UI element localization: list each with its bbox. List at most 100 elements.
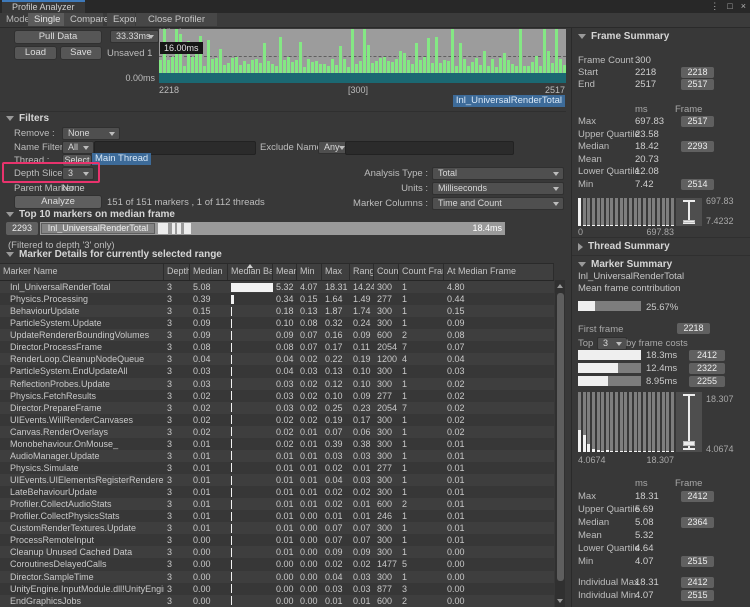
analyze-button[interactable]: Analyze	[14, 195, 102, 209]
save-button[interactable]: Save	[60, 46, 102, 60]
table-row[interactable]: Cleanup Unused Cached Data30.000.010.000…	[0, 546, 554, 558]
stat-value: 5.08	[635, 517, 654, 528]
top-n-dropdown[interactable]: 3	[597, 337, 627, 350]
table-row[interactable]: Director.ProcessFrame30.080.080.070.170.…	[0, 341, 554, 353]
exclude-names-input[interactable]	[345, 141, 514, 155]
table-row[interactable]: CustomRenderTextures.Update30.010.010.00…	[0, 522, 554, 534]
value-cell: 0.02	[297, 378, 322, 390]
table-row[interactable]: Profiler.CollectPhysicsStats30.010.010.0…	[0, 510, 554, 522]
frame-time-histogram[interactable]	[578, 198, 674, 226]
column-header-median[interactable]: Median	[190, 264, 228, 280]
value-cell: 3	[164, 462, 190, 474]
scroll-down-icon[interactable]	[557, 599, 563, 603]
frame-summary-header[interactable]: Frame Summary	[578, 31, 669, 42]
table-row[interactable]: Physics.Simulate30.010.010.010.020.01277…	[0, 462, 554, 474]
pull-data-button[interactable]: Pull Data	[14, 30, 102, 44]
timeline-bar	[431, 63, 434, 73]
marker-details-section-header[interactable]: Marker Details for currently selected ra…	[6, 249, 222, 260]
table-scrollbar[interactable]	[555, 280, 565, 607]
thread-summary-header[interactable]: Thread Summary	[578, 241, 670, 252]
mode-single-button[interactable]: Single	[28, 13, 64, 26]
filters-section-header[interactable]: Filters	[6, 113, 49, 124]
table-row[interactable]: ParticleSystem.Update30.090.100.080.320.…	[0, 317, 554, 329]
frame-summary-stats: Max697.832517Upper Quartile23.58Median18…	[578, 116, 747, 191]
frame-timeline-chart[interactable]: 16.00ms	[159, 29, 566, 83]
column-header-at-median-frame[interactable]: At Median Frame	[444, 264, 554, 280]
frame-jump-button[interactable]: 2364	[681, 517, 714, 528]
frame-jump-button[interactable]: 2322	[689, 363, 725, 374]
timeline-bar	[231, 58, 234, 73]
frame-jump-button[interactable]: 2515	[681, 556, 714, 567]
table-row[interactable]: ProcessRemoteInput30.000.010.000.070.073…	[0, 534, 554, 546]
export-button[interactable]: Export	[107, 13, 135, 26]
close-icon[interactable]: ×	[741, 1, 746, 12]
column-header-marker-name[interactable]: Marker Name	[0, 264, 164, 280]
table-row[interactable]: Inl_UniversalRenderTotal35.085.324.0718.…	[0, 281, 554, 293]
table-row[interactable]: LateBehaviourUpdate30.010.010.010.020.02…	[0, 486, 554, 498]
frame-jump-button[interactable]: 2218	[681, 67, 714, 78]
marker-summary-header[interactable]: Marker Summary	[578, 259, 672, 270]
table-row[interactable]: BehaviourUpdate30.150.180.131.871.743001…	[0, 305, 554, 317]
tab-profile-analyzer[interactable]: Profile Analyzer	[2, 0, 85, 13]
close-profiler-window-button[interactable]: Close Profiler Window	[136, 13, 217, 26]
marker-name-cell: Director.SampleTime	[0, 571, 164, 583]
table-row[interactable]: EndGraphicsJobs30.000.000.000.010.016002…	[0, 595, 554, 607]
load-button[interactable]: Load	[14, 46, 57, 60]
frame-jump-button[interactable]: 2255	[689, 376, 725, 387]
table-row[interactable]: Physics.Processing30.390.340.151.641.492…	[0, 293, 554, 305]
name-filter-mode-dropdown[interactable]: All	[62, 141, 94, 154]
frame-jump-button[interactable]: 2517	[681, 116, 714, 127]
scroll-up-icon[interactable]	[557, 284, 563, 288]
table-row[interactable]: Physics.FetchResults30.020.030.020.100.0…	[0, 390, 554, 402]
frame-jump-button[interactable]: 2514	[681, 179, 714, 190]
column-header-mean[interactable]: Mean	[273, 264, 297, 280]
value-cell: 0.03	[350, 571, 374, 583]
top10-section-header[interactable]: Top 10 markers on median frame	[6, 209, 175, 220]
frame-time-scale-dropdown[interactable]: 33.33ms	[110, 30, 159, 43]
frame-jump-button[interactable]: 2293	[681, 141, 714, 152]
table-row[interactable]: UIEvents.UIElementsRegisterRenderers30.0…	[0, 474, 554, 486]
table-row[interactable]: UIEvents.WillRenderCanvases30.020.020.02…	[0, 414, 554, 426]
analysis-type-dropdown[interactable]: Total	[432, 167, 564, 180]
frame-jump-button[interactable]: 2412	[681, 577, 714, 588]
column-header-median-bar[interactable]: Median Bar	[228, 264, 273, 280]
column-header-max[interactable]: Max	[322, 264, 350, 280]
table-row[interactable]: UnityEngine.InputModule.dll!UnityEngineI…	[0, 583, 554, 595]
table-row[interactable]: ReflectionProbes.Update30.030.030.020.12…	[0, 378, 554, 390]
mode-compare-button[interactable]: Compare	[64, 13, 103, 26]
table-row[interactable]: UpdateRendererBoundingVolumes30.090.090.…	[0, 329, 554, 341]
table-row[interactable]: Director.PrepareFrame30.020.030.020.250.…	[0, 402, 554, 414]
top10-marker-bar[interactable]: Inl_UniversalRenderTotal 18.4ms	[40, 222, 505, 235]
units-dropdown[interactable]: Milliseconds	[432, 182, 564, 195]
frame-jump-button[interactable]: 2517	[681, 79, 714, 90]
table-row[interactable]: AudioManager.Update30.010.010.010.030.03…	[0, 450, 554, 462]
table-row[interactable]: Monobehaviour.OnMouse_30.010.020.010.390…	[0, 438, 554, 450]
marker-time-histogram[interactable]	[578, 392, 674, 452]
first-frame-button[interactable]: 2218	[677, 323, 710, 334]
column-header-min[interactable]: Min	[297, 264, 322, 280]
table-row[interactable]: RenderLoop.CleanupNodeQueue30.040.040.02…	[0, 353, 554, 365]
frame-jump-button[interactable]: 2515	[681, 590, 714, 601]
timeline-selected-marker-chip[interactable]: Inl_UniversalRenderTotal	[453, 95, 565, 107]
frame-jump-button[interactable]: 2412	[689, 350, 725, 361]
table-row[interactable]: CoroutinesDelayedCalls30.000.000.000.020…	[0, 558, 554, 570]
table-row[interactable]: Canvas.RenderOverlays30.020.020.010.070.…	[0, 426, 554, 438]
top10-first-segment[interactable]: Inl_UniversalRenderTotal	[41, 223, 155, 234]
scrollbar-thumb[interactable]	[557, 293, 564, 581]
column-header-range[interactable]: Range	[350, 264, 374, 280]
thread-value-chip[interactable]: Main Thread	[92, 153, 151, 165]
table-row[interactable]: Director.SampleTime30.000.000.000.040.03…	[0, 571, 554, 583]
column-header-count-frame[interactable]: Count Frame	[399, 264, 444, 280]
maximize-icon[interactable]: □	[727, 1, 732, 12]
table-row[interactable]: Profiler.CollectAudioStats30.010.010.010…	[0, 498, 554, 510]
summary-stat-row: Frame Count300	[578, 55, 747, 67]
marker-columns-dropdown[interactable]: Time and Count	[432, 197, 564, 210]
value-cell: 3	[164, 390, 190, 402]
column-header-count[interactable]: Count	[374, 264, 399, 280]
frame-jump-button[interactable]: 2412	[681, 491, 714, 502]
column-header-depth[interactable]: Depth	[164, 264, 190, 280]
top10-frame-button[interactable]: 2293	[6, 222, 38, 235]
kebab-menu-icon[interactable]: ⋮	[710, 1, 719, 12]
remove-dropdown[interactable]: None	[62, 127, 120, 140]
table-row[interactable]: ParticleSystem.EndUpdateAll30.030.040.03…	[0, 365, 554, 377]
